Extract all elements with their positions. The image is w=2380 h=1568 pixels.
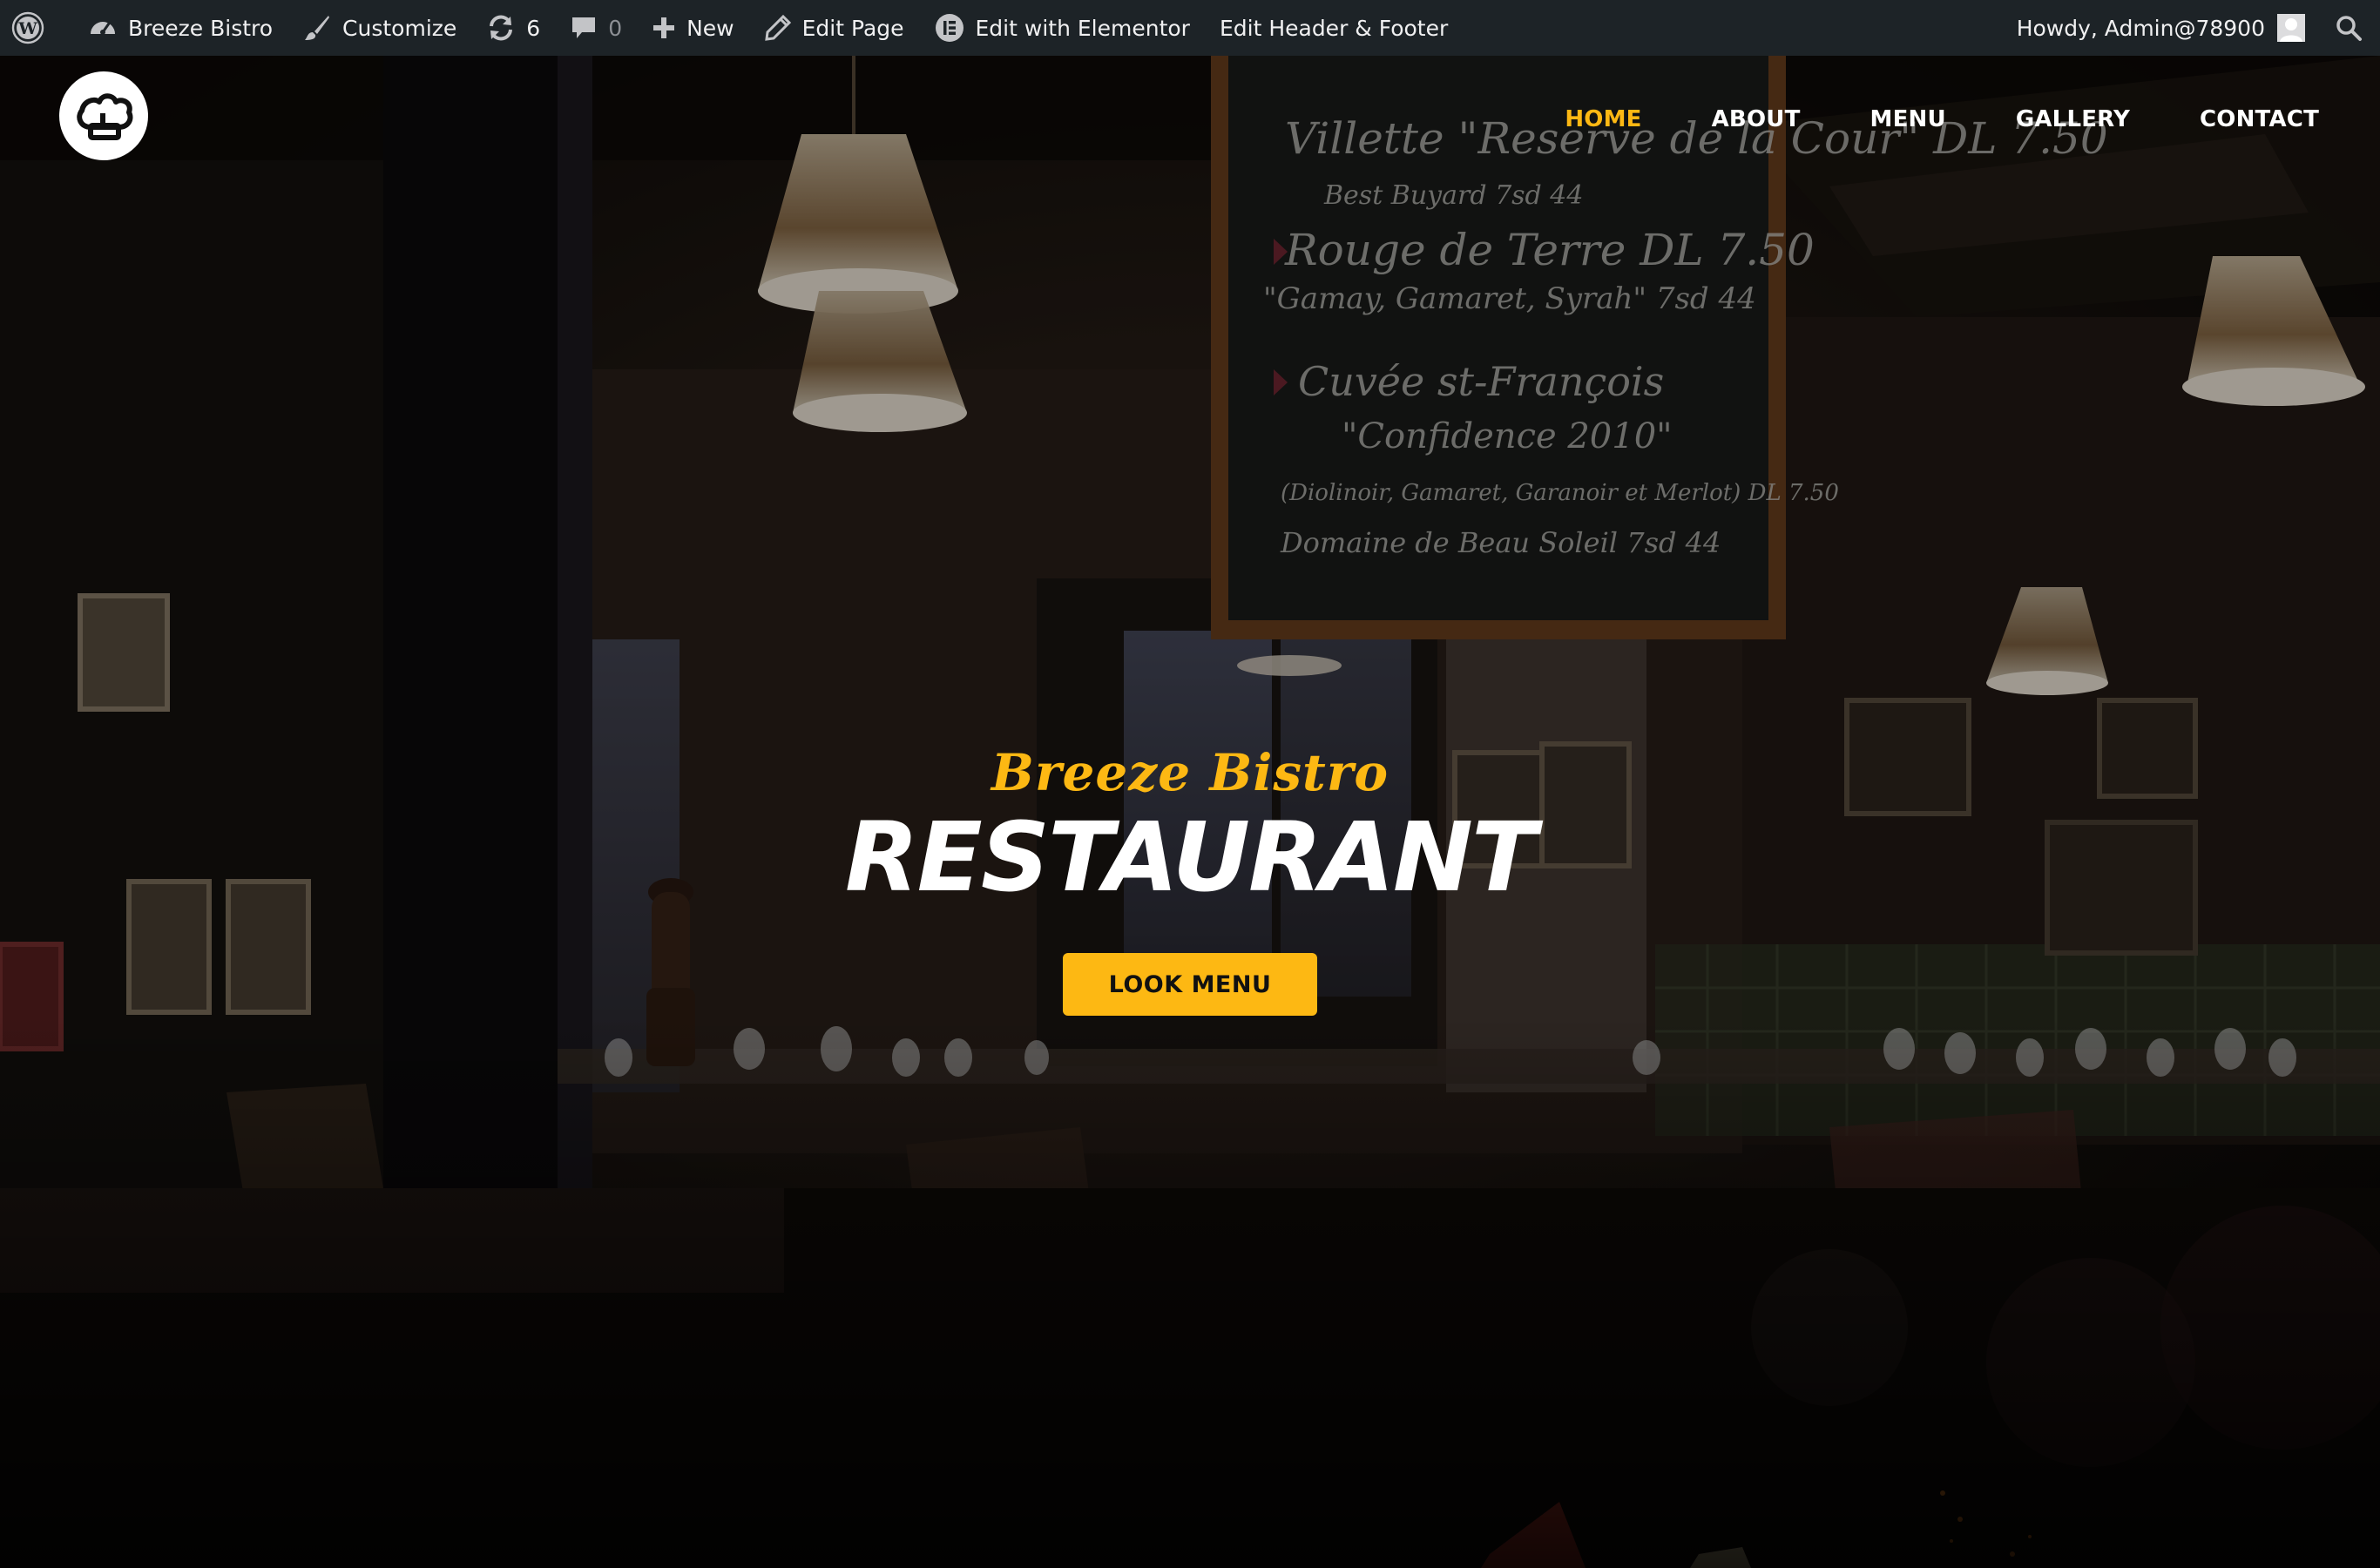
- edit-with-elementor-label: Edit with Elementor: [975, 15, 1190, 41]
- wordpress-icon: W: [10, 10, 45, 45]
- nav-about[interactable]: ABOUT: [1712, 106, 1801, 132]
- nav-contact[interactable]: CONTACT: [2200, 106, 2319, 132]
- chef-hat-icon: [77, 93, 133, 140]
- dashboard-icon: [88, 13, 118, 43]
- admin-search-button[interactable]: [2320, 0, 2380, 56]
- site-name-menu[interactable]: Breeze Bistro: [73, 0, 287, 56]
- avatar: [2277, 14, 2305, 42]
- comments-link[interactable]: 0: [555, 0, 637, 56]
- look-menu-button[interactable]: LOOK MENU: [1063, 953, 1317, 1016]
- admin-bar-left: W Breeze Bistro Customize 6 0 New Edit P…: [0, 0, 1463, 56]
- new-label: New: [686, 15, 734, 41]
- edit-page-label: Edit Page: [801, 15, 904, 41]
- pencil-icon: [764, 14, 792, 42]
- brush-icon: [302, 13, 332, 43]
- hero-title: RESTAURANT: [844, 801, 1537, 913]
- edit-header-footer-link[interactable]: Edit Header & Footer: [1205, 0, 1463, 56]
- plus-icon: [652, 16, 676, 40]
- edit-header-footer-label: Edit Header & Footer: [1219, 15, 1449, 41]
- customize-label: Customize: [342, 15, 457, 41]
- updates-link[interactable]: 6: [471, 0, 555, 56]
- customize-link[interactable]: Customize: [287, 0, 471, 56]
- admin-bar: W Breeze Bistro Customize 6 0 New Edit P…: [0, 0, 2380, 56]
- wordpress-menu[interactable]: W: [0, 0, 73, 56]
- refresh-icon: [486, 13, 516, 43]
- main-navigation: HOME ABOUT MENU GALLERY CONTACT: [1495, 106, 2319, 132]
- site-header: HOME ABOUT MENU GALLERY CONTACT: [0, 56, 2380, 178]
- edit-with-elementor-link[interactable]: Edit with Elementor: [919, 0, 1205, 56]
- site-logo[interactable]: [59, 71, 148, 160]
- search-icon: [2335, 14, 2363, 42]
- hero-tagline: Breeze Bistro: [991, 743, 1389, 802]
- nav-gallery[interactable]: GALLERY: [2016, 106, 2130, 132]
- elementor-icon: [934, 12, 965, 44]
- greeting-label: Howdy, Admin@78900: [2016, 15, 2265, 41]
- comments-count: 0: [608, 15, 623, 41]
- site-name-label: Breeze Bistro: [128, 15, 274, 41]
- edit-page-link[interactable]: Edit Page: [749, 0, 919, 56]
- nav-menu[interactable]: MENU: [1870, 106, 1946, 132]
- svg-text:W: W: [17, 19, 37, 38]
- nav-home[interactable]: HOME: [1565, 106, 1641, 132]
- admin-bar-right: Howdy, Admin@78900: [2002, 0, 2380, 56]
- new-content-menu[interactable]: New: [637, 0, 749, 56]
- comment-icon: [570, 14, 598, 42]
- updates-count: 6: [526, 15, 541, 41]
- my-account-menu[interactable]: Howdy, Admin@78900: [2002, 0, 2320, 56]
